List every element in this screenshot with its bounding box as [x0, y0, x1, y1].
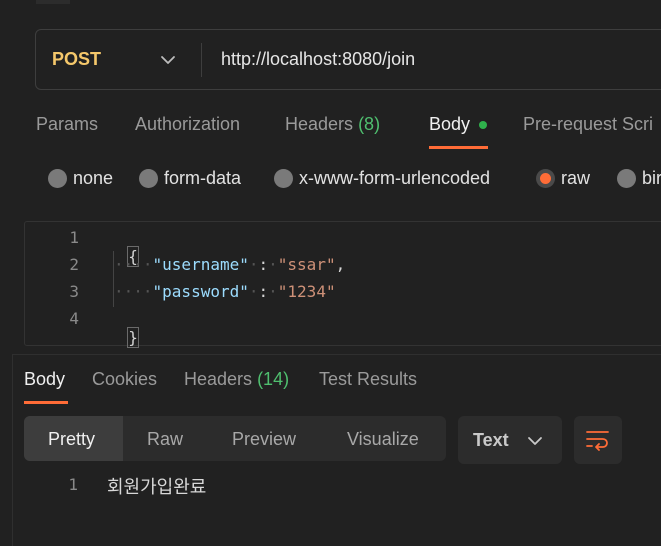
code-line-2[interactable]: ····"username"·:·"ssar",	[114, 255, 345, 274]
wrap-lines-icon[interactable]	[586, 428, 610, 452]
response-tab-headers[interactable]: Headers (14)	[184, 369, 289, 390]
pane-splitter[interactable]	[12, 354, 661, 355]
tab-authorization[interactable]: Authorization	[135, 114, 240, 135]
radio-none-label[interactable]: none	[73, 168, 113, 189]
radio-binary[interactable]	[617, 169, 636, 188]
body-modified-dot	[479, 121, 487, 129]
json-colon: :	[258, 255, 269, 274]
tab-prerequest[interactable]: Pre-request Scri	[523, 114, 653, 135]
tab-headers[interactable]: Headers (8)	[285, 114, 380, 135]
url-input[interactable]: http://localhost:8080/join	[221, 49, 415, 70]
json-comma: ,	[335, 255, 346, 274]
chevron-down-icon[interactable]	[526, 432, 544, 450]
response-tab-body-underline	[24, 401, 68, 404]
close-brace: }	[127, 327, 139, 348]
tab-params[interactable]: Params	[36, 114, 98, 135]
radio-urlencoded[interactable]	[274, 169, 293, 188]
radio-none[interactable]	[48, 169, 67, 188]
radio-form-data-label[interactable]: form-data	[164, 168, 241, 189]
view-mode-visualize[interactable]: Visualize	[347, 429, 419, 450]
radio-raw[interactable]	[536, 169, 555, 188]
space-dot: ·	[268, 255, 278, 274]
radio-urlencoded-label[interactable]: x-www-form-urlencoded	[299, 168, 490, 189]
response-line-number: 1	[68, 475, 78, 494]
line-number: 3	[69, 282, 79, 301]
response-tab-test-results[interactable]: Test Results	[319, 369, 417, 390]
tab-body-underline	[429, 146, 488, 149]
json-key: "password"	[152, 282, 249, 301]
format-select-label[interactable]: Text	[473, 430, 509, 451]
method-select[interactable]: POST	[52, 49, 101, 70]
space-dot: ·	[268, 282, 278, 301]
tab-headers-count: (8)	[358, 114, 381, 134]
response-body-text[interactable]: 회원가입완료	[107, 473, 206, 499]
response-tab-cookies[interactable]: Cookies	[92, 369, 157, 390]
json-value: "ssar"	[277, 255, 336, 274]
line-number: 1	[69, 228, 79, 247]
indent-dots: ····	[114, 282, 153, 301]
line-number: 4	[69, 309, 79, 328]
indent-dots: ····	[114, 255, 153, 274]
space-dot: ·	[248, 255, 259, 274]
code-line-3[interactable]: ····"password"·:·"1234"	[114, 282, 336, 301]
response-tab-body[interactable]: Body	[24, 369, 65, 390]
top-toolbar-stub	[36, 0, 70, 4]
line-number: 2	[69, 255, 79, 274]
radio-form-data[interactable]	[139, 169, 158, 188]
view-mode-preview[interactable]: Preview	[232, 429, 296, 450]
space-dot: ·	[248, 282, 259, 301]
chevron-down-icon[interactable]	[159, 51, 177, 69]
view-mode-pretty[interactable]: Pretty	[48, 429, 95, 450]
json-key: "username"	[152, 255, 249, 274]
radio-binary-label[interactable]: bir	[642, 168, 661, 189]
view-mode-raw[interactable]: Raw	[147, 429, 183, 450]
request-bar-divider	[201, 43, 202, 77]
response-tab-headers-count: (14)	[257, 369, 290, 389]
radio-raw-label[interactable]: raw	[561, 168, 590, 189]
tab-headers-label: Headers	[285, 114, 354, 134]
json-value: "1234"	[277, 282, 336, 301]
left-border	[12, 354, 13, 546]
response-tab-headers-label: Headers	[184, 369, 253, 389]
tab-body[interactable]: Body	[429, 114, 470, 135]
json-colon: :	[258, 282, 269, 301]
code-line-4[interactable]: }	[109, 309, 139, 348]
